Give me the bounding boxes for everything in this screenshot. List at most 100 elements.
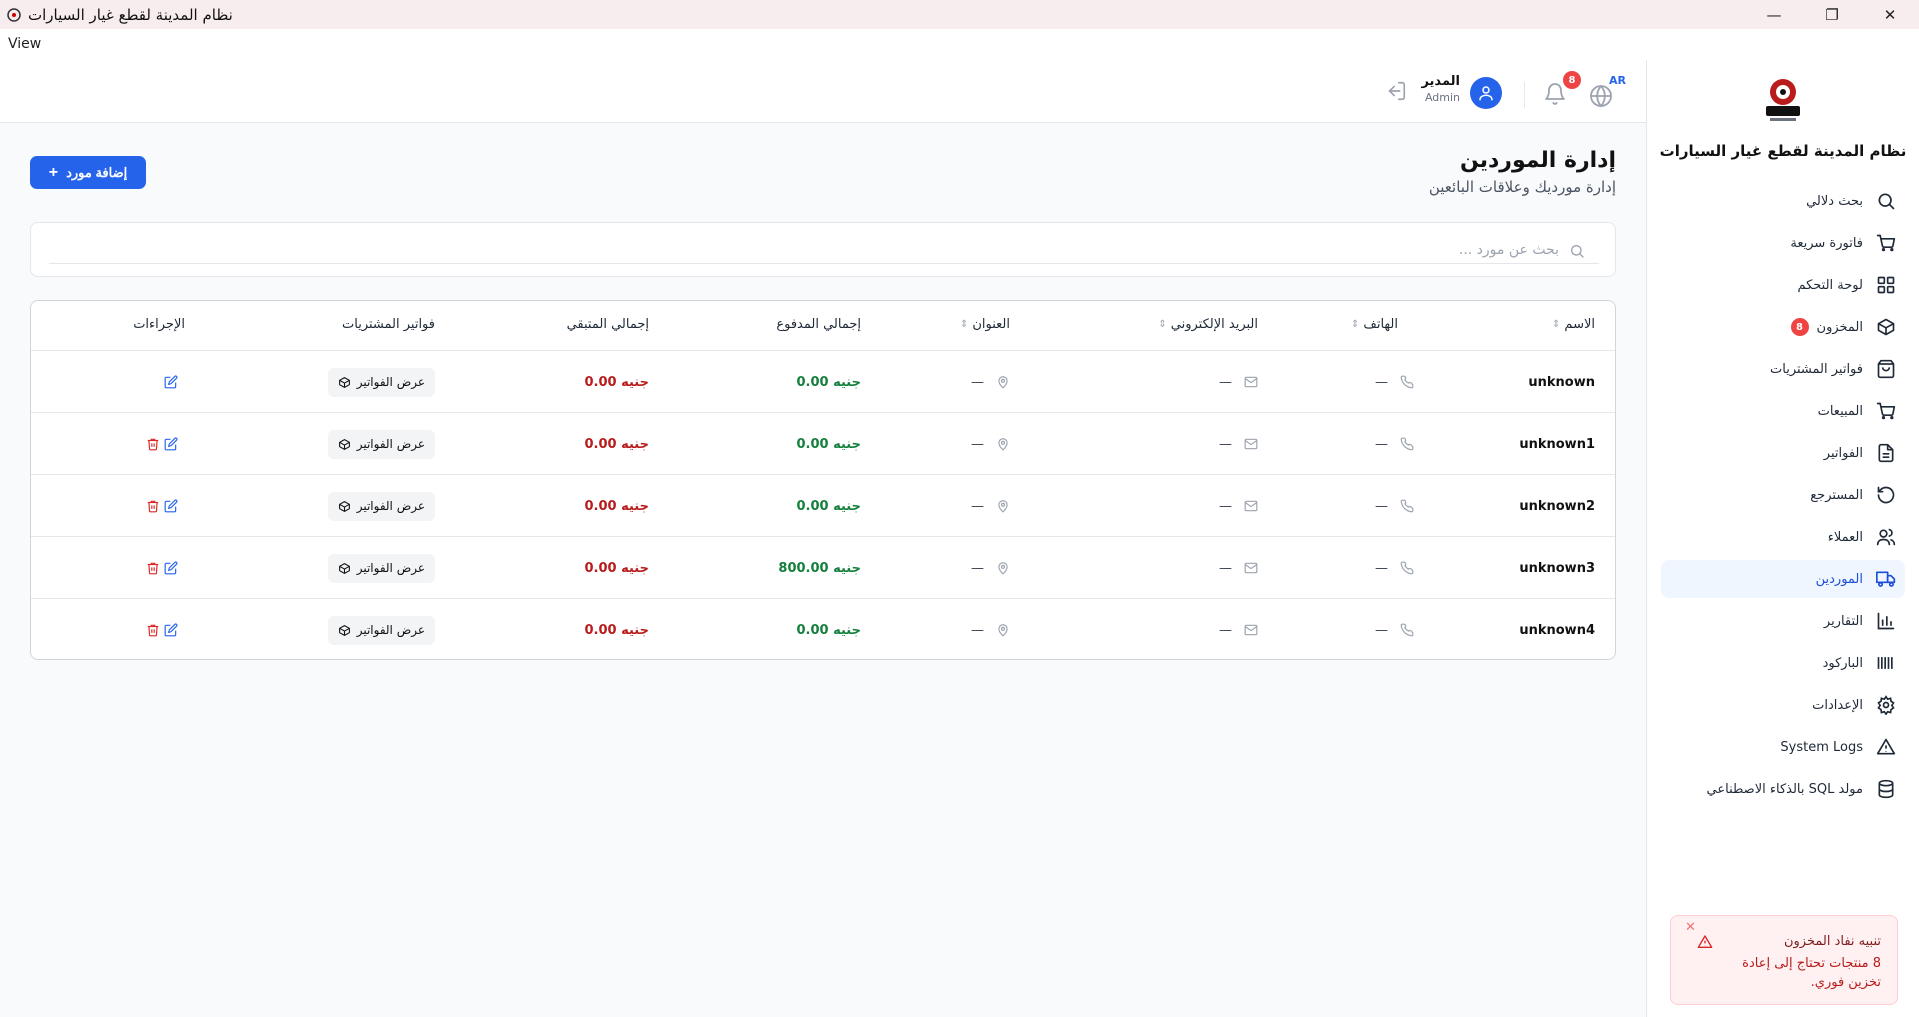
column-header-address[interactable]: العنوان ⇕ xyxy=(960,317,1010,332)
user-name: المدير xyxy=(1421,74,1460,89)
sidebar-item-customers[interactable]: العملاء xyxy=(1661,518,1905,556)
dashboard-icon xyxy=(1875,274,1897,296)
address-cell: — xyxy=(971,537,1010,599)
avatar[interactable] xyxy=(1470,77,1502,109)
sidebar-item-system-logs[interactable]: System Logs xyxy=(1661,728,1905,766)
email-cell: — xyxy=(1219,351,1258,413)
email-cell: — xyxy=(1219,413,1258,475)
trash-icon[interactable] xyxy=(145,622,161,638)
minimize-button[interactable]: — xyxy=(1745,0,1803,29)
sidebar-item-label: System Logs xyxy=(1780,739,1863,755)
sidebar-item-label: التقارير xyxy=(1823,613,1863,629)
box-icon xyxy=(338,562,350,574)
sidebar-item-barcode[interactable]: الباركود xyxy=(1661,644,1905,682)
menu-view[interactable]: View xyxy=(8,36,41,52)
actions-cell xyxy=(145,475,179,537)
database-icon xyxy=(1875,778,1897,800)
cart-icon xyxy=(1875,232,1897,254)
maximize-button[interactable]: ❐ xyxy=(1803,0,1861,29)
sidebar: نظام المدينة لقطع غيار السيارات بحث دلال… xyxy=(1646,60,1919,1017)
truck-icon xyxy=(1875,568,1897,590)
phone-cell: — xyxy=(1375,475,1414,537)
warning-icon xyxy=(1875,736,1897,758)
close-window-button[interactable]: ✕ xyxy=(1861,0,1919,29)
bell-icon xyxy=(1545,83,1565,105)
sidebar-item-sales[interactable]: المبيعات xyxy=(1661,392,1905,430)
sidebar-item-sql-generator[interactable]: مولد SQL بالذكاء الاصطناعي xyxy=(1661,770,1905,808)
total-remaining: جنيه 0.00 xyxy=(584,622,649,638)
toast-title: تنبيه نفاد المخزون xyxy=(1783,934,1881,949)
sidebar-item-inventory[interactable]: المخزون 8 xyxy=(1661,308,1905,346)
view-invoices-button[interactable]: عرض الفواتير xyxy=(327,367,435,397)
sort-icon: ⇕ xyxy=(1351,319,1360,330)
column-header-paid: إجمالي المدفوع xyxy=(776,317,861,332)
edit-icon[interactable] xyxy=(163,560,179,576)
top-header: المدير Admin 8 AR xyxy=(0,60,1646,123)
actions-cell xyxy=(145,537,179,599)
trash-icon[interactable] xyxy=(145,436,161,452)
search-input[interactable] xyxy=(49,236,1599,264)
sidebar-item-suppliers[interactable]: الموردين xyxy=(1661,560,1905,598)
notification-bell[interactable]: 8 xyxy=(1543,71,1581,111)
page-title: إدارة الموردين xyxy=(1459,148,1616,173)
add-supplier-button[interactable]: إضافة مورد + xyxy=(30,156,146,189)
sidebar-item-label: لوحة التحكم xyxy=(1797,277,1863,293)
edit-icon[interactable] xyxy=(163,436,179,452)
column-header-email[interactable]: البريد الإلكتروني ⇕ xyxy=(1158,317,1258,332)
view-invoices-button[interactable]: عرض الفواتير xyxy=(327,491,435,521)
sidebar-item-label: المخزون xyxy=(1816,319,1863,335)
phone-icon xyxy=(1400,561,1414,575)
phone-cell: — xyxy=(1375,537,1414,599)
column-header-actions: الإجراءات xyxy=(133,317,185,332)
table-row: unknown1 — — — جنيه 0.00 جنيه 0.00 عرض ا… xyxy=(31,413,1615,475)
sidebar-item-label: فواتير المشتريات xyxy=(1770,361,1863,377)
sidebar-item-dashboard[interactable]: لوحة التحكم xyxy=(1661,266,1905,304)
total-remaining: جنيه 0.00 xyxy=(584,498,649,514)
app-icon xyxy=(7,7,21,22)
sidebar-item-reports[interactable]: التقارير xyxy=(1661,602,1905,640)
sidebar-item-returns[interactable]: المسترجع xyxy=(1661,476,1905,514)
edit-icon[interactable] xyxy=(163,498,179,514)
page-header: إدارة الموردين إدارة مورديك وعلاقات البا… xyxy=(30,142,1616,202)
sidebar-item-label: الموردين xyxy=(1815,571,1863,587)
plus-icon: + xyxy=(48,163,59,181)
sidebar-item-purchase-invoices[interactable]: فواتير المشتريات xyxy=(1661,350,1905,388)
close-icon[interactable]: ✕ xyxy=(1685,920,1696,935)
phone-icon xyxy=(1400,623,1414,637)
invoices-cell: عرض الفواتير xyxy=(327,351,435,413)
edit-icon[interactable] xyxy=(163,374,179,390)
sort-icon: ⇕ xyxy=(1158,319,1167,330)
box-icon xyxy=(338,500,350,512)
location-pin-icon xyxy=(998,624,1008,637)
sidebar-item-invoices[interactable]: الفواتير xyxy=(1661,434,1905,472)
phone-icon xyxy=(1400,499,1414,513)
column-header-invoices: فواتير المشتريات xyxy=(342,317,435,332)
actions-cell xyxy=(163,351,179,413)
supplier-name: unknown3 xyxy=(1519,560,1595,576)
total-paid: جنيه 0.00 xyxy=(796,622,861,638)
actions-cell xyxy=(145,413,179,475)
sort-icon: ⇕ xyxy=(959,319,969,330)
trash-icon[interactable] xyxy=(145,498,161,514)
sidebar-item-semantic-search[interactable]: بحث دلالي xyxy=(1661,182,1905,220)
toast-message: 8 منتجات تحتاج إلى إعادة تخزين فوري. xyxy=(1742,956,1881,990)
address-cell: — xyxy=(971,413,1010,475)
shopping-bag-icon xyxy=(1875,358,1897,380)
sidebar-item-settings[interactable]: الإعدادات xyxy=(1661,686,1905,724)
mail-icon xyxy=(1244,624,1258,636)
view-invoices-button[interactable]: عرض الفواتير xyxy=(327,429,435,459)
sidebar-item-label: العملاء xyxy=(1827,529,1863,545)
address-cell: — xyxy=(971,599,1010,659)
column-header-phone[interactable]: الهاتف ⇕ xyxy=(1351,317,1398,332)
language-switcher[interactable]: AR xyxy=(1589,74,1626,112)
mail-icon xyxy=(1244,438,1258,450)
edit-icon[interactable] xyxy=(163,622,179,638)
sidebar-item-quick-invoice[interactable]: فاتورة سريعة xyxy=(1661,224,1905,262)
view-invoices-button[interactable]: عرض الفواتير xyxy=(327,553,435,583)
low-stock-toast: ✕ تنبيه نفاد المخزون 8 منتجات تحتاج إلى … xyxy=(1670,915,1898,1005)
view-invoices-button[interactable]: عرض الفواتير xyxy=(327,615,435,645)
column-header-name[interactable]: الاسم ⇕ xyxy=(1552,317,1595,332)
trash-icon[interactable] xyxy=(145,560,161,576)
box-icon xyxy=(338,376,350,388)
invoices-cell: عرض الفواتير xyxy=(327,599,435,659)
